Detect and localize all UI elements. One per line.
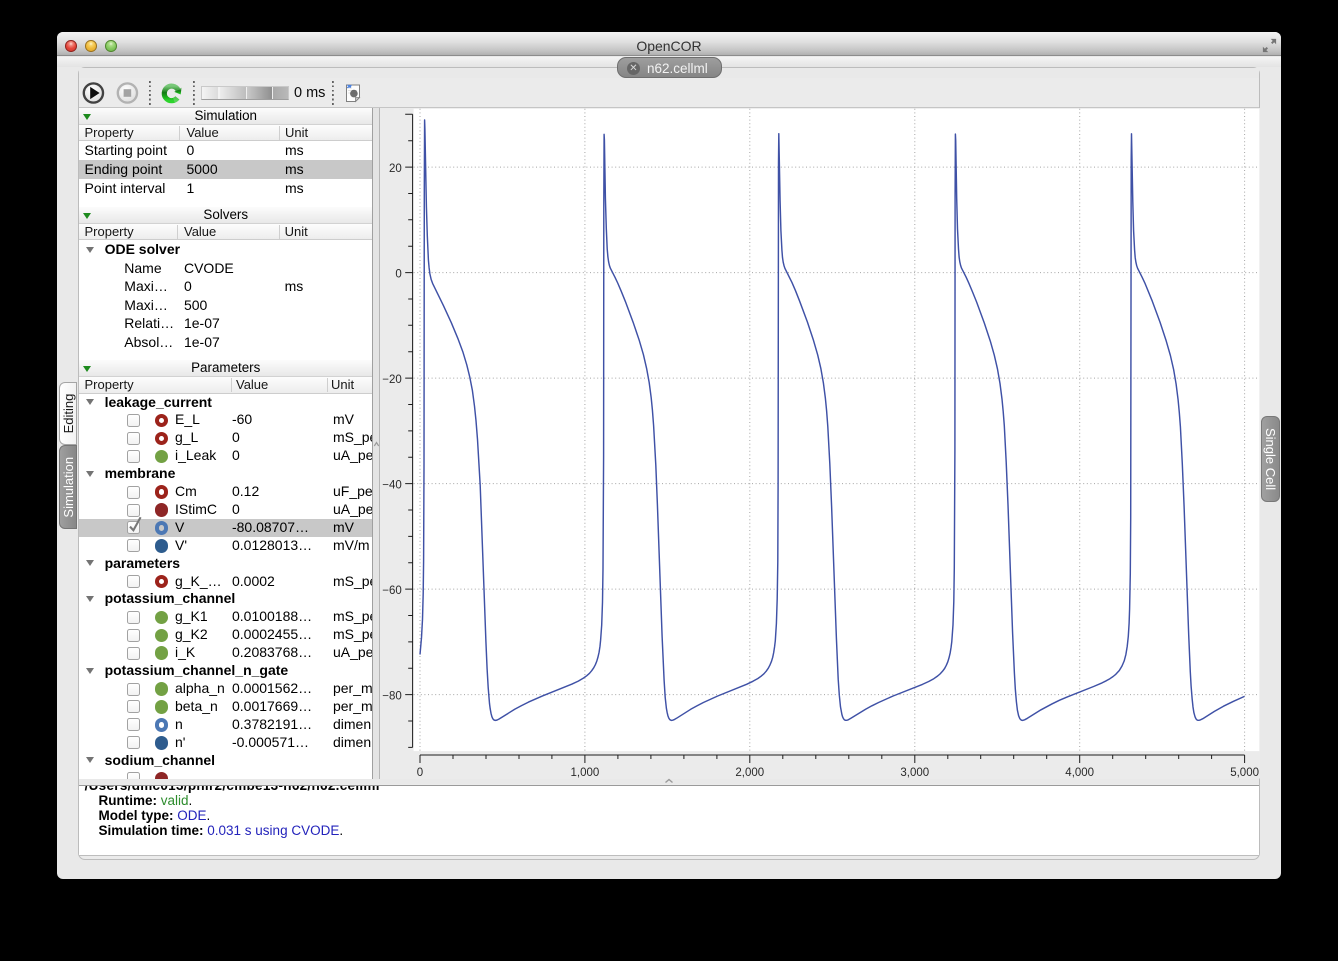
svg-text:5,000: 5,000 (1230, 767, 1259, 779)
svg-text:4,000: 4,000 (1065, 767, 1094, 779)
svg-text:−40: −40 (382, 480, 402, 492)
svg-text:−20: −20 (382, 374, 402, 386)
svg-text:−60: −60 (382, 585, 402, 597)
svg-text:1,000: 1,000 (570, 767, 599, 779)
svg-text:−80: −80 (382, 691, 402, 703)
svg-text:0: 0 (416, 767, 422, 779)
svg-text:20: 20 (389, 163, 402, 175)
svg-text:0: 0 (395, 269, 401, 281)
svg-text:2,000: 2,000 (735, 767, 764, 779)
svg-text:3,000: 3,000 (900, 767, 929, 779)
